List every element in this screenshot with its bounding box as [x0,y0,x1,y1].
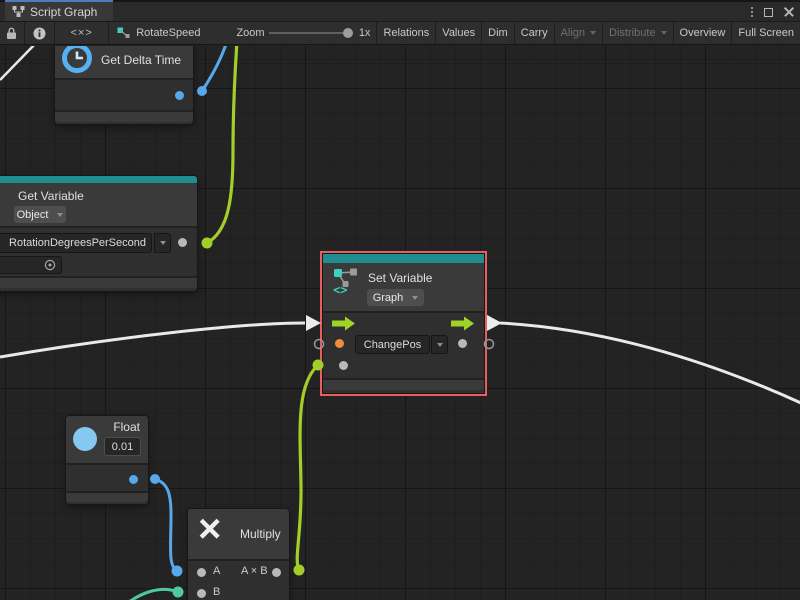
wire-delta-time[interactable] [202,46,227,91]
graph-icon [12,5,25,18]
variable-name-field[interactable]: RotationDegreesPerSecond [0,233,152,253]
tab-title: Script Graph [30,5,97,19]
set-variable-icon: <> [331,266,361,296]
wire-flow-out[interactable] [500,323,800,403]
wire-endpoint-dot [197,86,207,96]
chevron-down-icon [437,343,443,347]
flow-arrowhead [487,315,502,331]
script-graph-asset-icon [117,27,130,39]
wire-flow-in[interactable] [0,323,305,357]
tab-script-graph[interactable]: Script Graph [5,2,113,21]
zoom-label: Zoom [230,22,266,44]
graph-toolbar: <×> RotateSpeed Zoom 1x Relations Values… [0,22,800,45]
toolbar-button-distribute[interactable]: Distribute [603,22,673,44]
port-label-a: A [213,565,220,577]
node-title: Get Delta Time [101,53,181,67]
variable-value-output-port[interactable] [178,238,187,247]
wire-to-multiply-b[interactable] [126,589,178,600]
multiply-input-a-port[interactable] [197,568,206,577]
node-get-variable[interactable]: Get Variable Object RotationDegreesPerSe… [0,176,197,291]
flow-output-port[interactable] [451,316,475,331]
toolbar-button-values[interactable]: Values [436,22,482,44]
lock-icon [6,27,17,40]
zoom-slider[interactable] [269,32,349,34]
wire-flow-topleft[interactable] [0,46,37,80]
node-title: Get Variable [18,189,84,203]
wire-multiply-to-set-variable[interactable] [297,365,318,570]
close-icon[interactable] [784,7,794,17]
variable-accent-bar [0,176,197,183]
chevron-down-icon [412,296,418,300]
toolbar-button-relations[interactable]: Relations [377,22,436,44]
zoom-value: 1x [351,22,378,44]
toolbar-button-fullscreen[interactable]: Full Screen [732,22,800,44]
variable-scope-dropdown[interactable]: Graph [367,289,424,306]
tab-bar: Script Graph [0,0,800,22]
graph-canvas[interactable]: Time Get Delta Time Get Variable Object … [0,46,800,600]
port-label-b: B [213,586,220,598]
wire-endpoint-dot [202,238,213,249]
variable-value-output-port[interactable] [458,339,467,348]
multiply-icon: × [198,503,221,555]
maximize-icon[interactable] [764,8,773,17]
variable-name-field[interactable]: ChangePos [355,335,430,354]
port-label-result: A × B [241,565,268,577]
toolbar-button-dim[interactable]: Dim [482,22,515,44]
code-view-icon: <×> [71,27,93,39]
wire-endpoint-dot [172,566,183,577]
object-picker-icon[interactable] [44,259,56,271]
chevron-down-icon [57,213,63,217]
variable-accent-bar [323,254,484,263]
chevron-down-icon [160,241,166,245]
node-title: Set Variable [368,271,432,285]
clock-icon [61,46,93,74]
node-set-variable[interactable]: <> Set Variable Graph C [323,254,484,393]
toolbar-button-overview[interactable]: Overview [674,22,733,44]
window-menu-icon[interactable] [751,7,753,17]
toolbar-button-align[interactable]: Align [555,22,603,44]
node-get-delta-time[interactable]: Time Get Delta Time [55,46,193,124]
wire-endpoint-dot [173,587,184,598]
code-view-button[interactable]: <×> [55,22,109,44]
info-button[interactable] [25,22,55,44]
wire-endpoint-dot [150,474,160,484]
float-output-port[interactable] [129,475,138,484]
breadcrumb[interactable]: RotateSpeed [109,22,208,44]
node-multiply[interactable]: × Multiply A A × B B [188,509,289,600]
multiply-output-port[interactable] [272,568,281,577]
flow-input-port[interactable] [332,316,356,331]
variable-name-dropdown-button[interactable] [154,233,171,253]
flow-arrowhead [306,315,321,331]
node-title: Multiply [240,527,281,541]
multiply-input-b-port[interactable] [197,589,206,598]
script-graph-window: Script Graph <×> [0,0,800,600]
node-category: Time [101,46,123,49]
variable-scope-dropdown[interactable]: Object [14,206,66,223]
zoom-slider-knob[interactable] [343,28,353,38]
variable-target-field[interactable]: This [0,256,62,274]
node-title: Float [113,420,140,434]
selection-outline: <> Set Variable Graph C [320,251,487,396]
node-float[interactable]: Float 0.01 [66,416,148,504]
delta-time-output-port[interactable] [175,91,184,100]
breadcrumb-label: RotateSpeed [136,27,200,39]
wire-float-to-multiply[interactable] [155,479,177,571]
wire-endpoint-dot [294,565,305,576]
float-value-input[interactable]: 0.01 [104,437,141,456]
info-icon [33,27,46,40]
wire-get-variable[interactable] [207,46,237,243]
toolbar-button-carry[interactable]: Carry [515,22,555,44]
window-controls [751,2,794,22]
chevron-down-icon [661,31,667,35]
float-icon [72,426,98,452]
chevron-down-icon [590,31,596,35]
variable-name-dropdown-button[interactable] [431,335,448,354]
variable-name-input-port[interactable] [335,339,344,348]
value-input-port[interactable] [339,361,348,370]
lock-button[interactable] [0,22,25,44]
svg-text:<>: <> [333,283,347,296]
